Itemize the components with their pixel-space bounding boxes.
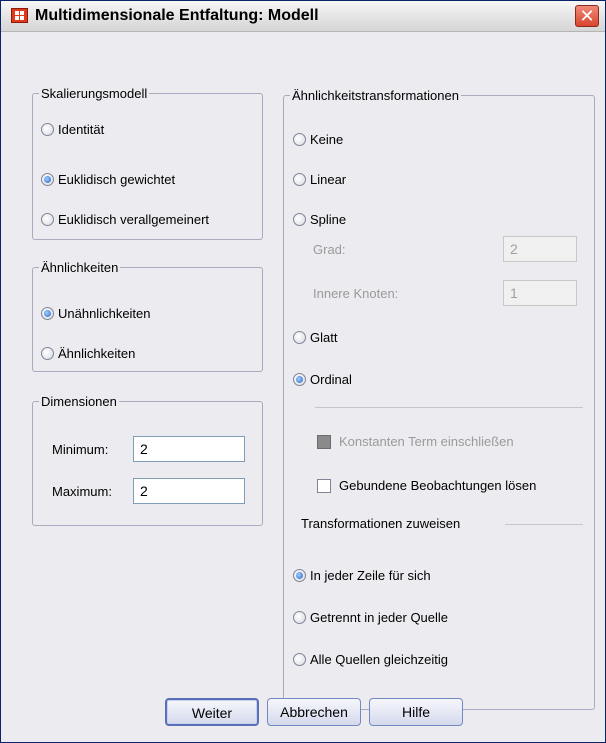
degree-label: Grad: <box>313 242 346 257</box>
interior-knots-label: Innere Knoten: <box>313 286 399 301</box>
radio-transform-smooth[interactable]: Glatt <box>293 330 337 345</box>
radio-transform-smooth-indicator <box>293 331 306 344</box>
radio-transform-ordinal-label: Ordinal <box>310 372 352 387</box>
similarities-legend: Ähnlichkeiten <box>41 260 119 275</box>
cancel-button[interactable]: Abbrechen <box>267 698 361 726</box>
radio-similarities[interactable]: Ähnlichkeiten <box>41 346 135 361</box>
radio-generalized-euclidean[interactable]: Euklidisch verallgemeinert <box>41 212 209 227</box>
radio-assign-each-row-label: In jeder Zeile für sich <box>310 568 431 583</box>
radio-assign-all-sources[interactable]: Alle Quellen gleichzeitig <box>293 652 448 667</box>
radio-transform-linear[interactable]: Linear <box>293 172 346 187</box>
radio-transform-linear-indicator <box>293 173 306 186</box>
radio-identity[interactable]: Identität <box>41 122 104 137</box>
radio-assign-each-row-indicator <box>293 569 306 582</box>
radio-transform-ordinal-indicator <box>293 373 306 386</box>
radio-similarities-indicator <box>41 347 54 360</box>
title-bar[interactable]: Multidimensionale Entfaltung: Modell ✕ <box>1 1 605 32</box>
window-title: Multidimensionale Entfaltung: Modell <box>35 7 319 24</box>
radio-weighted-euclidean-indicator <box>41 173 54 186</box>
radio-transform-none[interactable]: Keine <box>293 132 343 147</box>
include-intercept-label: Konstanten Term einschließen <box>339 434 514 449</box>
help-button[interactable]: Hilfe <box>369 698 463 726</box>
radio-generalized-euclidean-label: Euklidisch verallgemeinert <box>58 212 210 227</box>
dimensions-legend: Dimensionen <box>41 394 117 409</box>
untie-observations-label: Gebundene Beobachtungen lösen <box>339 478 537 493</box>
scaling-model-legend: Skalierungsmodell <box>41 86 148 101</box>
interior-knots-input[interactable] <box>503 280 577 306</box>
radio-weighted-euclidean[interactable]: Euklidisch gewichtet <box>41 172 175 187</box>
radio-assign-each-source-label: Getrennt in jeder Quelle <box>310 610 449 625</box>
radio-identity-indicator <box>41 123 54 136</box>
radio-weighted-euclidean-label: Euklidisch gewichtet <box>58 172 176 187</box>
similarity-transformations-legend: Ähnlichkeitstransformationen <box>292 88 459 103</box>
untie-observations-checkbox[interactable]: Gebundene Beobachtungen lösen <box>317 478 536 493</box>
radio-transform-spline-indicator <box>293 213 306 226</box>
radio-dissimilarities-label: Unähnlichkeiten <box>58 306 151 321</box>
include-intercept-box <box>317 434 331 449</box>
maximum-label: Maximum: <box>52 484 112 499</box>
radio-assign-all-sources-label: Alle Quellen gleichzeitig <box>310 652 449 667</box>
radio-transform-smooth-label: Glatt <box>310 330 338 345</box>
radio-assign-all-sources-indicator <box>293 653 306 666</box>
radio-transform-spline[interactable]: Spline <box>293 212 346 227</box>
radio-generalized-euclidean-indicator <box>41 213 54 226</box>
include-intercept-checkbox[interactable]: Konstanten Term einschließen <box>317 434 514 449</box>
continue-button[interactable]: Weiter <box>165 698 259 726</box>
radio-transform-ordinal[interactable]: Ordinal <box>293 372 352 387</box>
radio-transform-none-label: Keine <box>310 132 344 147</box>
dialog-body: Skalierungsmodell Identität Euklidisch g… <box>1 32 605 742</box>
radio-dissimilarities-indicator <box>41 307 54 320</box>
radio-assign-each-source-indicator <box>293 611 306 624</box>
minimum-label: Minimum: <box>52 442 109 457</box>
assign-separator <box>505 524 583 525</box>
assign-transformations-heading: Transformationen zuweisen <box>301 516 461 531</box>
radio-assign-each-row[interactable]: In jeder Zeile für sich <box>293 568 431 583</box>
close-button[interactable]: ✕ <box>575 5 599 27</box>
radio-similarities-label: Ähnlichkeiten <box>58 346 136 361</box>
separator <box>315 407 583 408</box>
radio-assign-each-source[interactable]: Getrennt in jeder Quelle <box>293 610 448 625</box>
app-icon <box>11 8 28 23</box>
dialog-window: Multidimensionale Entfaltung: Modell ✕ S… <box>0 0 606 743</box>
untie-observations-box <box>317 478 331 493</box>
degree-input[interactable] <box>503 236 577 262</box>
radio-transform-none-indicator <box>293 133 306 146</box>
minimum-input[interactable] <box>133 436 245 462</box>
radio-dissimilarities[interactable]: Unähnlichkeiten <box>41 306 151 321</box>
radio-transform-spline-label: Spline <box>310 212 347 227</box>
close-icon: ✕ <box>579 6 595 26</box>
maximum-input[interactable] <box>133 478 245 504</box>
radio-identity-label: Identität <box>58 122 105 137</box>
radio-transform-linear-label: Linear <box>310 172 347 187</box>
